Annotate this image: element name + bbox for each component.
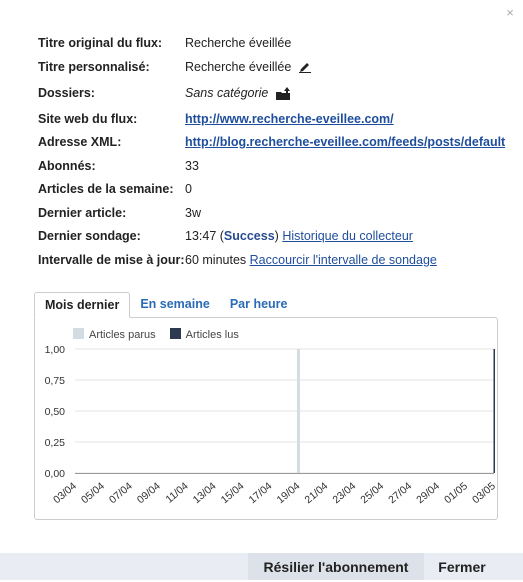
stats-panel: Articles parus Articles lus 0,00 0,25 0,50… [34, 317, 498, 520]
website-link[interactable]: http://www.recherche-eveillee.com/ [185, 112, 394, 126]
update-interval-label: Intervalle de mise à jour: [38, 252, 185, 267]
update-interval-value: 60 minutes Raccourcir l'intervalle de so… [185, 253, 437, 267]
y-tick-label: 0,00 [45, 468, 66, 480]
x-tick-label: 23/04 [330, 480, 358, 506]
last-article-label: Dernier article: [38, 205, 127, 220]
subscribers-label: Abonnés: [38, 158, 96, 173]
y-tick-label: 0,50 [45, 406, 66, 418]
x-tick-label: 13/04 [191, 480, 219, 506]
articles-chart: 0,00 0,25 0,50 0,75 1,00 03/04 05/04 07/04 09/04… [45, 344, 495, 506]
subscribers-value: 33 [185, 158, 199, 173]
x-tick-label: 03/04 [51, 480, 79, 506]
y-tick-label: 0,75 [45, 375, 66, 387]
x-tick-label: 11/04 [163, 480, 190, 506]
update-interval-text: 60 minutes [185, 252, 247, 267]
last-poll-status: Success [223, 229, 275, 243]
xml-link[interactable]: http://blog.recherche-eveillee.com/feeds… [185, 135, 505, 149]
tab-last-month[interactable]: Mois dernier [34, 292, 131, 318]
bar-read [493, 349, 495, 473]
last-article-value: 3w [185, 205, 201, 220]
x-tick-label: 09/04 [135, 480, 163, 506]
tab-hourly[interactable]: Par heure [220, 292, 298, 318]
x-tick-label: 29/04 [414, 480, 442, 506]
x-tick-label: 17/04 [247, 480, 275, 506]
website-label: Site web du flux: [38, 111, 138, 126]
x-tick-label: 01/05 [442, 480, 470, 506]
tab-weekday[interactable]: En semaine [130, 292, 219, 318]
x-tick-label: 25/04 [358, 480, 386, 506]
custom-title-value-wrap: Recherche éveillée [185, 60, 311, 74]
x-tick-label: 05/04 [79, 480, 107, 506]
custom-title-label: Titre personnalisé: [38, 59, 150, 74]
y-tick-label: 1,00 [45, 344, 66, 356]
custom-title-value: Recherche éveillée [185, 59, 292, 74]
week-articles-label: Articles de la semaine: [38, 182, 174, 196]
x-tick-label: 03/05 [470, 480, 495, 506]
shorten-interval-link[interactable]: Raccourcir l'intervalle de sondage [250, 253, 437, 267]
y-tick-label: 0,25 [45, 437, 66, 449]
unsubscribe-button[interactable]: Résilier l'abonnement [248, 553, 424, 580]
bar-published [296, 349, 300, 473]
close-button[interactable]: Fermer [424, 553, 500, 580]
x-tick-label: 21/04 [302, 480, 330, 506]
x-tick-label: 19/04 [275, 480, 303, 506]
xml-label: Adresse XML: [38, 135, 122, 149]
last-poll-value: 13:47 (Success) Historique du collecteur [185, 229, 413, 243]
last-poll-label: Dernier sondage: [38, 229, 141, 243]
original-title-value: Recherche éveillée [185, 36, 292, 50]
last-poll-close: ) [274, 229, 279, 243]
folders-value: Sans catégorie [185, 85, 269, 100]
move-folder-icon[interactable] [275, 86, 291, 100]
stats-tabs: Mois dernier En semaine Par heure [34, 292, 297, 318]
week-articles-value: 0 [185, 182, 192, 196]
folders-label: Dossiers: [38, 85, 95, 100]
collector-history-link[interactable]: Historique du collecteur [282, 229, 413, 243]
close-icon[interactable]: × [503, 6, 517, 20]
x-tick-label: 27/04 [386, 480, 414, 506]
x-tick-label: 07/04 [107, 480, 135, 506]
dialog-footer: Résilier l'abonnement Fermer [0, 553, 523, 580]
original-title-label: Titre original du flux: [38, 36, 163, 50]
pencil-icon[interactable] [298, 61, 311, 74]
last-poll-time: 13:47 ( [185, 229, 224, 243]
folders-value-wrap: Sans catégorie [185, 86, 291, 100]
x-tick-label: 15/04 [219, 480, 247, 506]
